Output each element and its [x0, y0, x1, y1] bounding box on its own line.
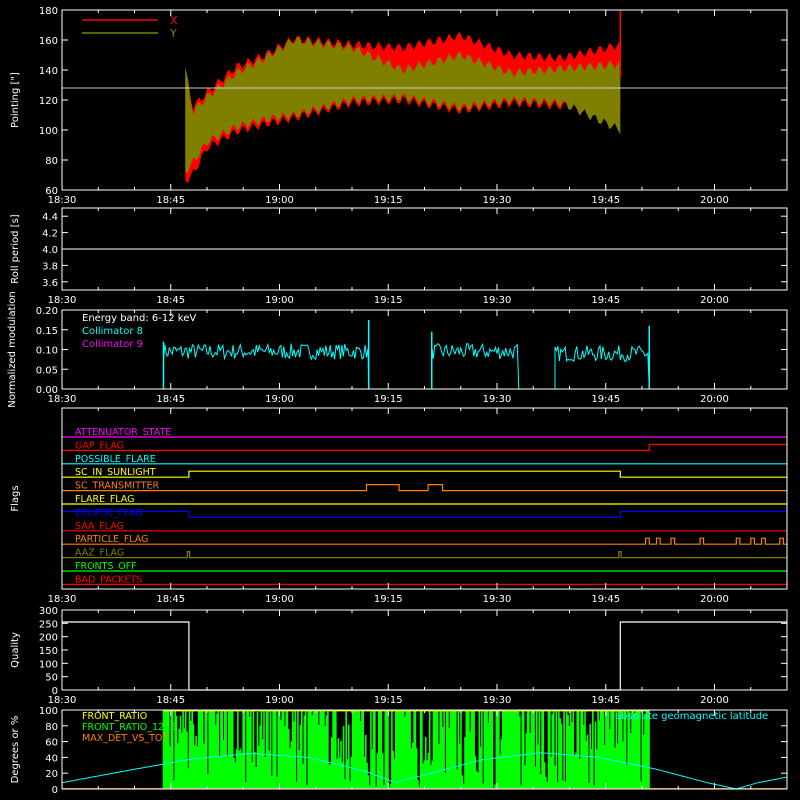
pointing-ytick-label: 60: [45, 186, 58, 197]
pointing-ytick-label: 160: [39, 36, 58, 47]
ratios-ytick-label: 100: [39, 706, 58, 717]
roll-ytick-label: 3.8: [42, 261, 58, 272]
ratios-ytick-label: 0: [52, 785, 58, 796]
pointing-ytick-label: 120: [39, 96, 58, 107]
quality-xtick-label: 19:45: [591, 695, 620, 706]
roll-ytick-label: 4.4: [42, 212, 58, 223]
modulation-ytick-label: 0.15: [36, 326, 58, 337]
flag-label: PARTICLE_FLAG: [75, 534, 148, 545]
ratios-legend-label: FRONT_RATIO: [82, 711, 147, 722]
ratios-ytick-label: 80: [45, 722, 58, 733]
roll-xtick-label: 20:00: [700, 295, 729, 306]
modulation-xtick-label: 19:00: [265, 394, 294, 405]
modulation-ylabel: Normalized modulation: [7, 291, 18, 408]
roll-ylabel: Roll period [s]: [10, 214, 21, 283]
flags-xtick-label: 19:30: [483, 594, 512, 605]
modulation-legend-label: Collimator 9: [82, 339, 143, 350]
flag-label: FRONTS_OFF: [75, 561, 137, 572]
roll-xtick-label: 18:30: [48, 295, 77, 306]
ratios-ytick-label: 60: [45, 738, 58, 749]
flags-xtick-label: 20:00: [700, 594, 729, 605]
pointing-xtick-label: 19:45: [591, 195, 620, 206]
flag-label: ECLIPSE_FLAG: [75, 507, 143, 518]
pointing-xtick-label: 20:00: [700, 195, 729, 206]
flag-label: FLARE_FLAG: [75, 494, 135, 505]
modulation-xtick-label: 18:45: [156, 394, 185, 405]
quality-ytick-label: 50: [45, 673, 58, 684]
flags-xtick-label: 19:45: [591, 594, 620, 605]
modulation-ytick-label: 0.20: [36, 306, 58, 317]
roll-xtick-label: 19:30: [483, 295, 512, 306]
quality-ytick-label: 0: [52, 686, 58, 697]
quality-ytick-label: 150: [39, 646, 58, 657]
flag-label: GAP_FLAG: [75, 440, 124, 451]
flag-label: SC_TRANSMITTER: [75, 481, 160, 492]
quality-ytick-label: 300: [39, 606, 58, 617]
quality-ytick-label: 200: [39, 633, 58, 644]
pointing-legend-label: Y: [169, 27, 177, 40]
quality-xtick-label: 19:15: [374, 695, 403, 706]
modulation-ytick-label: 0.05: [36, 365, 58, 376]
roll-xtick-label: 18:45: [156, 295, 185, 306]
modulation-ytick-label: 0.10: [36, 346, 58, 357]
quality-ytick-label: 100: [39, 659, 58, 670]
pointing-xtick-label: 19:30: [483, 195, 512, 206]
ratios-legend-label: MAX_DET_VS_TOT: [82, 733, 168, 744]
roll-ytick-label: 4.2: [42, 229, 58, 240]
quality-xtick-label: 19:00: [265, 695, 294, 706]
pointing-ytick-label: 100: [39, 126, 58, 137]
ratios-ytick-label: 20: [45, 769, 58, 780]
quality-xtick-label: 18:45: [156, 695, 185, 706]
pointing-ylabel: Pointing ["]: [10, 72, 21, 128]
flags-xtick-label: 19:15: [374, 594, 403, 605]
quality-ytick-label: 250: [39, 619, 58, 630]
modulation-xtick-label: 20:00: [700, 394, 729, 405]
flag-label: AAZ_FLAG: [75, 548, 124, 559]
modulation-ytick-label: 0.00: [36, 385, 58, 396]
ratios-legend-label: FRONT_RATIO_1225: [82, 722, 176, 733]
flag-label: ATTENUATOR_STATE: [75, 427, 171, 438]
modulation-xtick-label: 19:30: [483, 394, 512, 405]
flag-label: BAD_PACKETS: [75, 574, 142, 585]
roll-xtick-label: 19:15: [374, 295, 403, 306]
flag-label: SAA_FLAG: [75, 521, 124, 532]
flags-xtick-label: 18:30: [48, 594, 77, 605]
quality-ylabel: Quality: [10, 632, 21, 668]
ratios-ytick-label: 40: [45, 753, 58, 764]
flag-label: SC_IN_SUNLIGHT: [75, 467, 156, 478]
pointing-xtick-label: 19:15: [374, 195, 403, 206]
modulation-xtick-label: 19:45: [591, 394, 620, 405]
quality-xtick-label: 19:30: [483, 695, 512, 706]
flags-xtick-label: 19:00: [265, 594, 294, 605]
pointing-ytick-label: 80: [45, 156, 58, 167]
pointing-xtick-label: 18:45: [156, 195, 185, 206]
flag-label: POSSIBLE_FLARE: [75, 454, 156, 465]
modulation-xtick-label: 19:15: [374, 394, 403, 405]
pointing-legend-label: X: [170, 14, 178, 27]
roll-xtick-label: 19:00: [265, 295, 294, 306]
modulation-legend-label: Collimator 8: [82, 326, 143, 337]
modulation-energy-band: Energy band: 6-12 keV: [82, 313, 196, 324]
pointing-xtick-label: 19:00: [265, 195, 294, 206]
pointing-ytick-label: 140: [39, 66, 58, 77]
hessi-summary-chart: 18:30 18:45 19:00 19:15 19:30 19:45 20:00 60 80 1…: [0, 0, 800, 800]
roll-ytick-label: 3.6: [42, 278, 58, 289]
pointing-ytick-label: 180: [39, 6, 58, 17]
flags-xtick-label: 18:45: [156, 594, 185, 605]
roll-xtick-label: 19:45: [591, 295, 620, 306]
roll-ytick-label: 4.0: [42, 245, 58, 256]
flags-ylabel: Flags: [10, 485, 21, 511]
ratios-latitude-label: absolute geomagnetic latitude: [615, 711, 768, 722]
quality-xtick-label: 20:00: [700, 695, 729, 706]
ratios-ylabel: Degrees or %: [10, 716, 21, 784]
